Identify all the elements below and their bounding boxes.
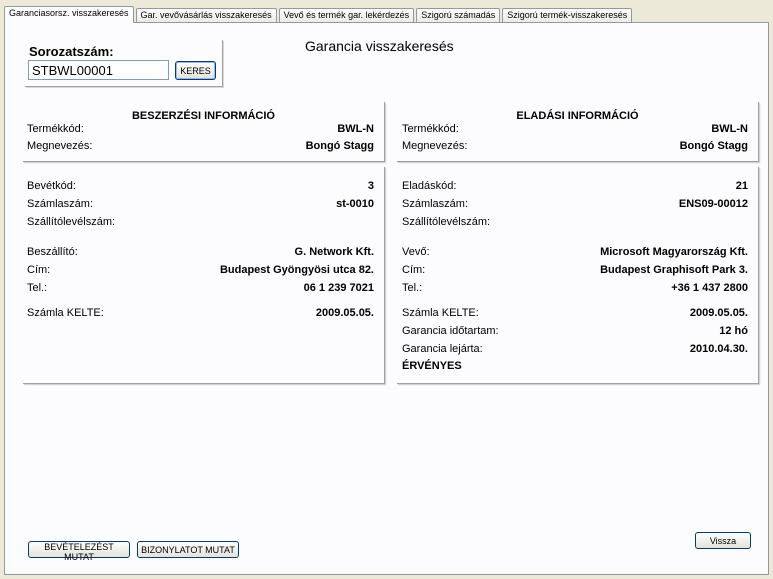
customer-value: Microsoft Magyarország Kft. (600, 246, 748, 258)
sale-code-label: Eladáskód: (402, 180, 457, 192)
product-code-label: Termékkód: (402, 123, 459, 135)
sale-code-row: Eladáskód: 21 (402, 179, 748, 193)
delivery-label: Szállítólevélszám: (27, 216, 116, 228)
serial-label: Sorozatszám: (29, 44, 114, 59)
tab-strict-accounting[interactable]: Szigorú számadás (416, 8, 501, 22)
phone-label: Tel.: (27, 282, 48, 294)
receipt-code-row: Bevétkód: 3 (27, 179, 374, 193)
tab-customer-purchase-search[interactable]: Gar. vevővásárlás visszakeresés (135, 8, 277, 22)
purchase-date-row: Számla KELTE: 2009.05.05. (27, 306, 374, 320)
warranty-duration-label: Garancia időtartam: (402, 325, 499, 337)
warranty-duration-value: 12 hó (719, 325, 748, 337)
purchase-details-card: Bevétkód: 3 Számlaszám: st-0010 Szállító… (23, 167, 385, 384)
product-code-value: BWL-N (711, 123, 748, 135)
sales-title: ELADÁSI INFORMÁCIÓ (516, 110, 639, 122)
warranty-expiry-row: Garancia lejárta: 2010.04.30. (402, 342, 748, 356)
supplier-row: Beszállító: G. Network Kft. (27, 245, 374, 259)
tab-strict-product-search[interactable]: Szigorú termék-visszakeresés (502, 8, 633, 22)
show-document-button[interactable]: BIZONYLATOT MUTAT (137, 541, 239, 558)
tab-panel: Sorozatszám: KERES Garancia visszakeresé… (4, 22, 769, 575)
date-label: Számla KELTE: (402, 307, 479, 319)
sale-code-value: 21 (735, 180, 748, 192)
purchase-name-row: Megnevezés: Bongó Stagg (27, 139, 374, 153)
warranty-expiry-label: Garancia lejárta: (402, 343, 483, 355)
page-title: Garancia visszakeresés (305, 38, 454, 54)
warranty-expiry-value: 2010.04.30. (689, 343, 748, 355)
back-button[interactable]: Vissza (695, 532, 751, 549)
search-button[interactable]: KERES (175, 61, 216, 80)
invoice-label: Számlaszám: (27, 198, 94, 210)
address-label: Cím: (402, 264, 426, 276)
tab-warranty-serial-search[interactable]: Garanciasorsz. visszakeresés (4, 6, 134, 23)
address-value: Budapest Gyöngyösi utca 82. (219, 264, 374, 276)
date-value: 2009.05.05. (315, 307, 374, 319)
address-value: Budapest Graphisoft Park 3. (600, 264, 748, 276)
phone-label: Tel.: (402, 282, 423, 294)
supplier-value: G. Network Kft. (294, 246, 374, 258)
show-receipt-button[interactable]: BEVÉTELEZÉST MUTAT (28, 541, 130, 562)
sales-details-card: Eladáskód: 21 Számlaszám: ENS09-00012 Sz… (397, 167, 759, 384)
purchase-header-card: BESZERZÉSI INFORMÁCIÓ Termékkód: BWL-N M… (23, 102, 385, 162)
date-value: 2009.05.05. (689, 307, 748, 319)
supplier-label: Beszállító: (27, 246, 78, 258)
purchase-invoice-row: Számlaszám: st-0010 (27, 197, 374, 211)
warranty-status: ÉRVÉNYES (402, 360, 462, 372)
serial-input[interactable] (28, 60, 169, 80)
sales-name-row: Megnevezés: Bongó Stagg (402, 139, 748, 153)
sales-phone-row: Tel.: +36 1 437 2800 (402, 281, 748, 295)
phone-value: +36 1 437 2800 (671, 282, 748, 294)
sales-product-code-row: Termékkód: BWL-N (402, 122, 748, 136)
invoice-value: st-0010 (336, 198, 374, 210)
receipt-code-label: Bevétkód: (27, 180, 76, 192)
phone-value: 06 1 239 7021 (303, 282, 374, 294)
serial-search-group: Sorozatszám: KERES (25, 40, 223, 87)
sales-address-row: Cím: Budapest Graphisoft Park 3. (402, 263, 748, 277)
invoice-label: Számlaszám: (402, 198, 469, 210)
product-code-value: BWL-N (337, 123, 374, 135)
customer-row: Vevő: Microsoft Magyarország Kft. (402, 245, 748, 259)
tab-customer-product-warranty-query[interactable]: Vevő és termék gar. lekérdezés (278, 8, 415, 22)
name-label: Megnevezés: (27, 140, 93, 152)
sales-header-card: ELADÁSI INFORMÁCIÓ Termékkód: BWL-N Megn… (397, 102, 759, 162)
product-code-label: Termékkód: (27, 123, 84, 135)
purchase-delivery-row: Szállítólevélszám: (27, 215, 374, 229)
address-label: Cím: (27, 264, 51, 276)
name-label: Megnevezés: (402, 140, 468, 152)
sales-invoice-row: Számlaszám: ENS09-00012 (402, 197, 748, 211)
name-value: Bongó Stagg (679, 140, 748, 152)
date-label: Számla KELTE: (27, 307, 104, 319)
delivery-label: Szállítólevélszám: (402, 216, 491, 228)
purchase-product-code-row: Termékkód: BWL-N (27, 122, 374, 136)
name-value: Bongó Stagg (305, 140, 374, 152)
warranty-duration-row: Garancia időtartam: 12 hó (402, 324, 748, 338)
receipt-code-value: 3 (367, 180, 374, 192)
sales-delivery-row: Szállítólevélszám: (402, 215, 748, 229)
purchase-address-row: Cím: Budapest Gyöngyösi utca 82. (27, 263, 374, 277)
tab-bar: Garanciasorsz. visszakeresés Gar. vevővá… (4, 6, 634, 23)
purchase-phone-row: Tel.: 06 1 239 7021 (27, 281, 374, 295)
customer-label: Vevő: (402, 246, 430, 258)
invoice-value: ENS09-00012 (678, 198, 748, 210)
purchase-title: BESZERZÉSI INFORMÁCIÓ (131, 110, 275, 122)
sales-date-row: Számla KELTE: 2009.05.05. (402, 306, 748, 320)
